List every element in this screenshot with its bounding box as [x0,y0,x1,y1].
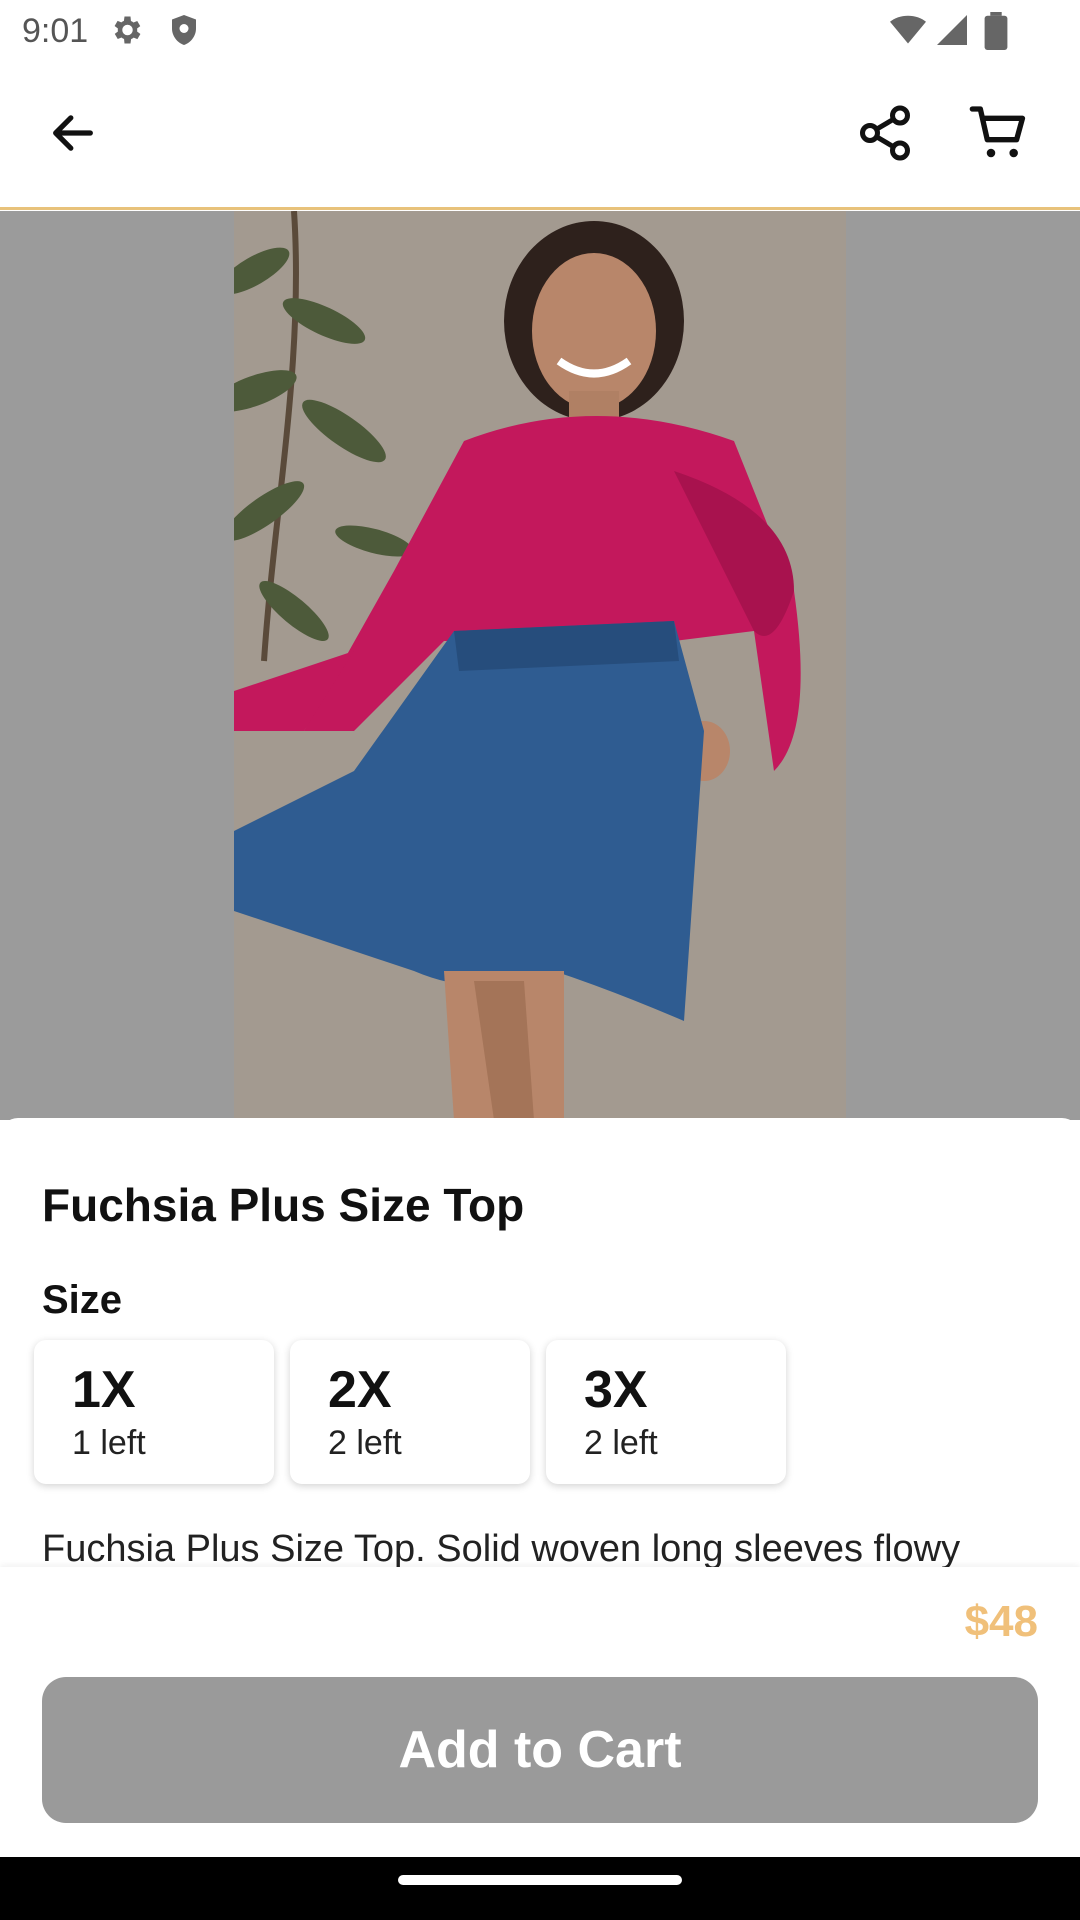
share-icon [855,103,915,168]
gear-icon [108,12,144,53]
cart-button[interactable] [954,90,1044,180]
size-label: Size [42,1278,123,1322]
app-bar [0,62,1080,210]
size-stock: 2 left [328,1424,402,1462]
size-name: 3X [584,1361,648,1419]
product-title: Fuchsia Plus Size Top [42,1179,525,1231]
size-options: 1X 1 left 2X 2 left 3X 2 left [34,1340,786,1484]
size-option-1x[interactable]: 1X 1 left [34,1340,274,1484]
arrow-left-icon [47,107,99,164]
home-gesture-handle[interactable] [398,1875,682,1885]
size-name: 2X [328,1361,392,1419]
size-option-3x[interactable]: 3X 2 left [546,1340,786,1484]
add-to-cart-button[interactable]: Add to Cart [42,1677,1038,1823]
product-image-area[interactable] [0,211,1080,1120]
size-stock: 1 left [72,1424,146,1462]
status-bar: 9:01 [0,0,1080,62]
size-stock: 2 left [584,1424,658,1462]
status-time: 9:01 [22,12,89,50]
product-details-sheet: Fuchsia Plus Size Top Size 1X 1 left 2X … [0,1118,1080,1570]
product-photo [234,211,846,1120]
system-nav-bar [0,1857,1080,1920]
price-label: $48 [964,1597,1038,1646]
wifi-icon [888,12,928,53]
share-button[interactable] [840,90,930,180]
signal-icon [934,12,970,53]
size-option-2x[interactable]: 2X 2 left [290,1340,530,1484]
product-description: Fuchsia Plus Size Top. Solid woven long … [42,1528,961,1570]
battery-icon [984,12,1008,55]
cart-icon [967,101,1031,170]
size-name: 1X [72,1361,136,1419]
shield-icon [166,12,202,53]
back-button[interactable] [28,90,118,180]
purchase-footer: $48 Add to Cart [0,1567,1080,1857]
